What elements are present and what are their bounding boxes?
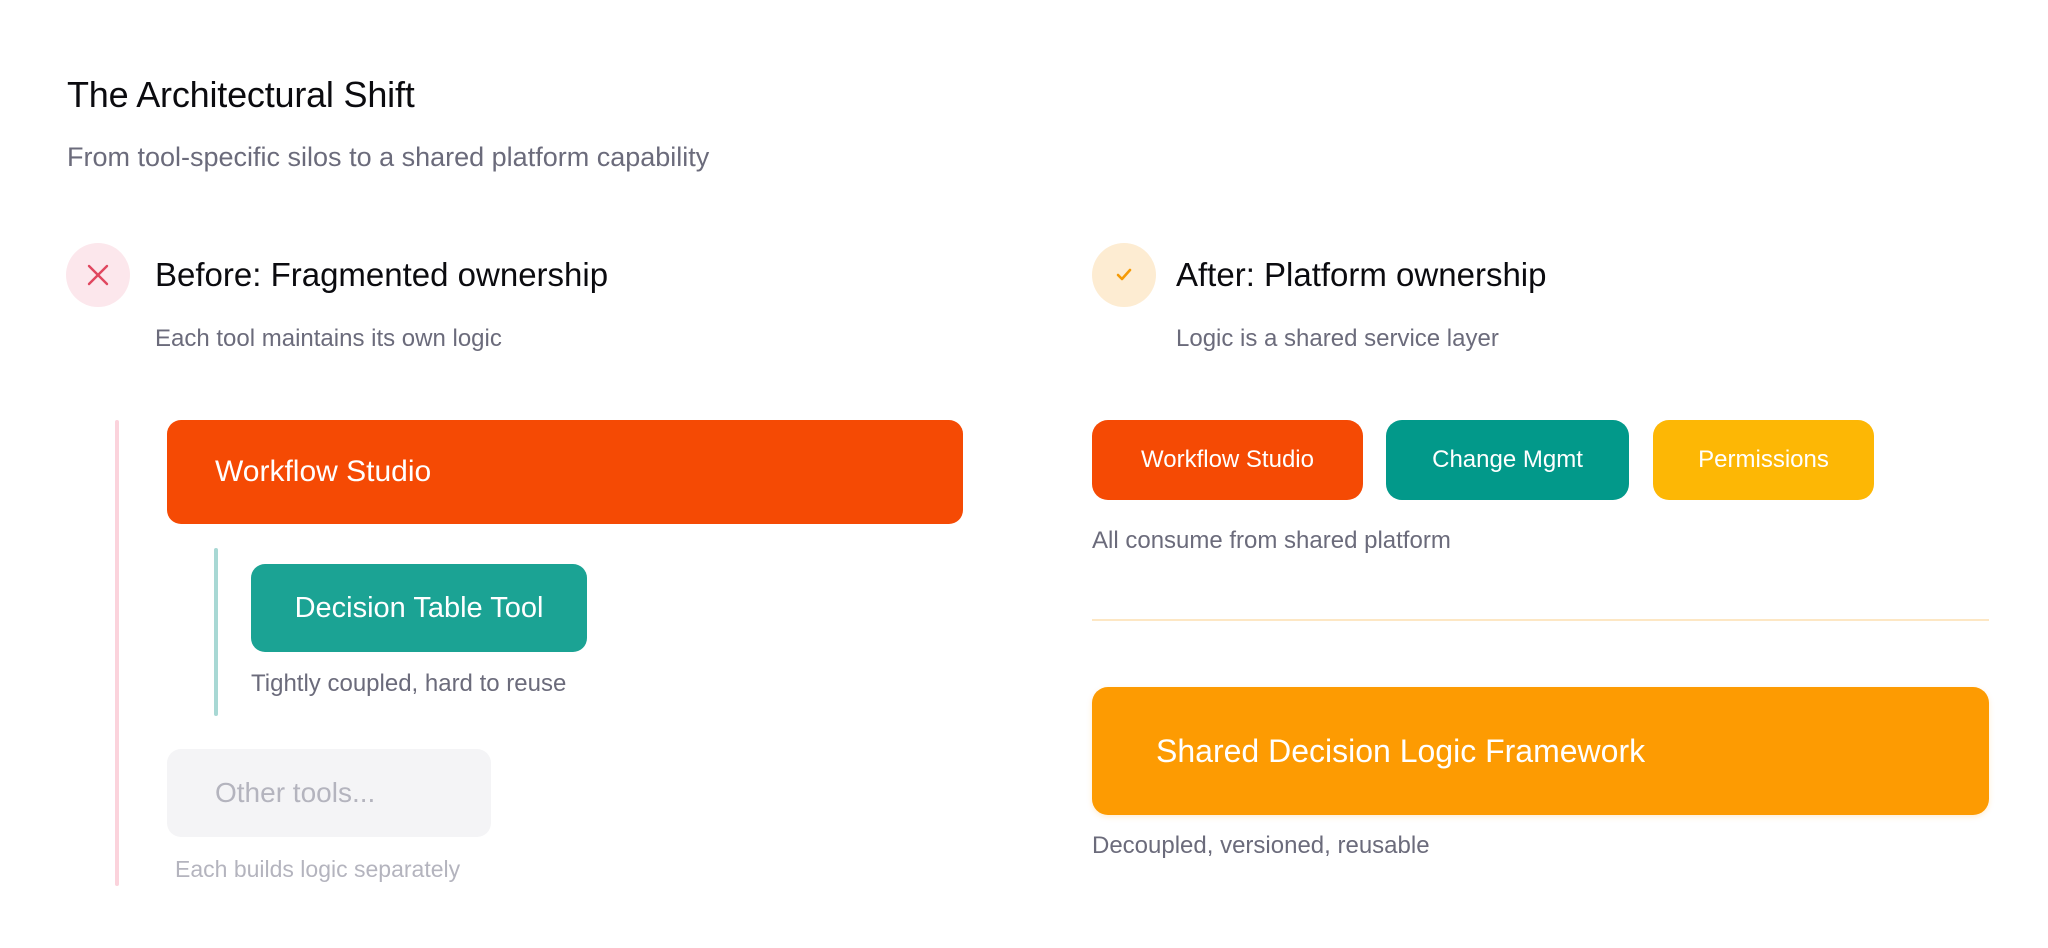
- shared-framework-label: Shared Decision Logic Framework: [1156, 732, 1646, 769]
- chip-permissions: Permissions: [1653, 420, 1874, 500]
- before-group-rail: [115, 420, 119, 886]
- x-icon-glyph: [87, 264, 109, 286]
- other-tools-block: Other tools...: [167, 749, 491, 837]
- page-subtitle: From tool-specific silos to a shared pla…: [67, 142, 710, 172]
- decision-table-tool-label: Decision Table Tool: [294, 591, 544, 624]
- consume-note: All consume from shared platform: [1092, 527, 1451, 554]
- before-heading: Before: Fragmented ownership: [155, 256, 609, 293]
- other-tools-label: Other tools...: [215, 777, 376, 808]
- workflow-studio-block: Workflow Studio: [167, 420, 963, 524]
- shared-framework-block: Shared Decision Logic Framework: [1092, 687, 1989, 815]
- check-icon-glyph: [1116, 268, 1132, 281]
- decision-table-tool-block: Decision Table Tool: [251, 564, 587, 652]
- chip-workflow-studio: Workflow Studio: [1092, 420, 1363, 500]
- divider: [1092, 619, 1989, 621]
- check-icon: [1092, 243, 1156, 307]
- decoupled-note: Decoupled, versioned, reusable: [1092, 832, 1430, 859]
- page-title: The Architectural Shift: [67, 74, 415, 115]
- architectural-shift-diagram: The Architectural Shift From tool-specif…: [0, 0, 2048, 948]
- chip-permissions-label: Permissions: [1698, 446, 1829, 473]
- chip-change-mgmt-label: Change Mgmt: [1432, 446, 1583, 473]
- workflow-studio-label: Workflow Studio: [215, 455, 432, 488]
- chip-workflow-studio-label: Workflow Studio: [1141, 446, 1314, 473]
- after-subheading: Logic is a shared service layer: [1176, 325, 1499, 352]
- chip-change-mgmt: Change Mgmt: [1386, 420, 1629, 500]
- separate-note: Each builds logic separately: [175, 856, 461, 882]
- after-heading: After: Platform ownership: [1176, 256, 1547, 293]
- decision-tool-rail: [214, 548, 218, 716]
- x-icon: [66, 243, 130, 307]
- coupled-note: Tightly coupled, hard to reuse: [251, 670, 567, 697]
- before-subheading: Each tool maintains its own logic: [155, 325, 502, 352]
